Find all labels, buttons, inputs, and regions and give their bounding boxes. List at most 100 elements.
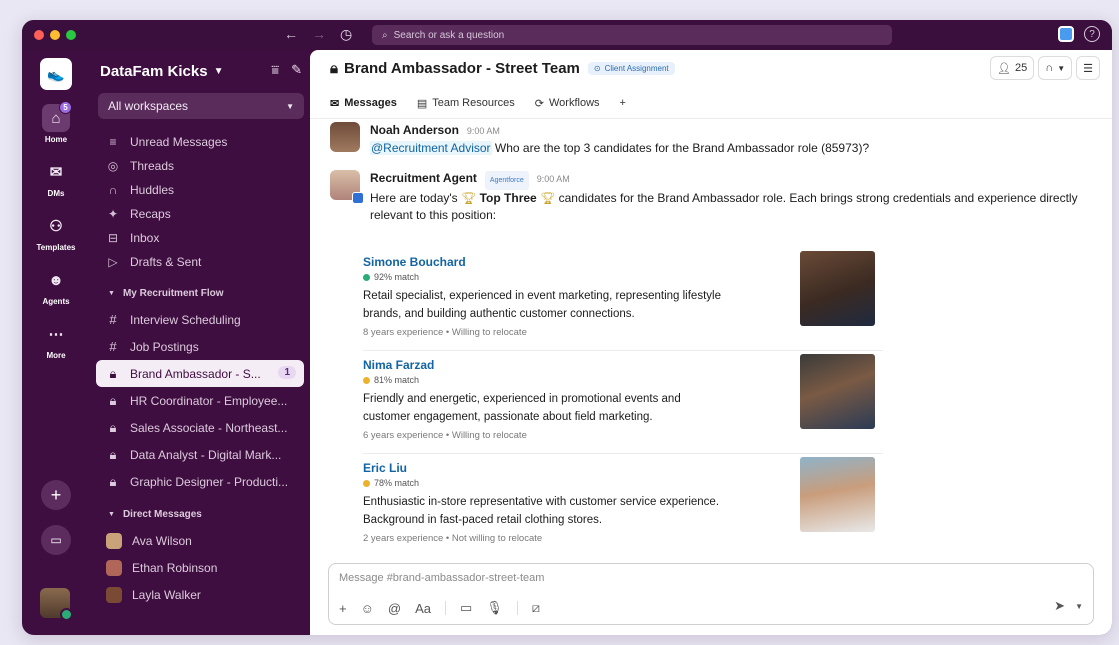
candidate-photo[interactable]	[800, 354, 875, 429]
huddle-button[interactable]: ∩ ▼	[1038, 56, 1073, 80]
channel-job-postings[interactable]: # Job Postings	[90, 333, 310, 360]
sidebar-item-threads[interactable]: ◎ Threads	[90, 154, 310, 178]
sidebar-item-label: Recaps	[130, 207, 171, 221]
maximize-window-button[interactable]	[66, 30, 76, 40]
message-text-bold: Top Three	[479, 191, 537, 205]
sidebar: DataFam Kicks ▼ ⩸ ✎ All workspaces ▼ ≡ U…	[90, 50, 310, 635]
canvas-icon[interactable]: ▭	[41, 525, 71, 555]
search-bar[interactable]: ⌕ Search or ask a question	[372, 25, 892, 45]
dm-label: Ava Wilson	[132, 533, 192, 548]
chevron-down-icon[interactable]: ▼	[1075, 602, 1083, 611]
section-direct-messages[interactable]: ▼ Direct Messages	[90, 501, 310, 527]
sidebar-item-unread[interactable]: ≡ Unread Messages	[90, 130, 310, 154]
channel-hr-coordinator[interactable]: 🔒︎ HR Coordinator - Employee...	[90, 387, 310, 414]
chevron-down-icon: ▼	[286, 101, 294, 111]
channel-graphic-designer[interactable]: 🔒︎ Graphic Designer - Producti...	[90, 468, 310, 495]
mention-icon[interactable]: @	[388, 601, 401, 616]
channel-tag[interactable]: ⊙ Client Assignment	[587, 61, 675, 75]
channel-view: 🔒︎ Brand Ambassador - Street Team ⊙ Clie…	[310, 50, 1112, 635]
minimize-window-button[interactable]	[50, 30, 60, 40]
add-plus-icon[interactable]: +	[41, 480, 71, 510]
workspace-header[interactable]: DataFam Kicks ▼ ⩸ ✎	[100, 58, 310, 84]
unread-icon: ≡	[109, 135, 117, 149]
tabs-divider	[310, 118, 1112, 119]
rail-templates[interactable]: ⚇ Templates	[37, 212, 76, 252]
avatar[interactable]	[330, 170, 364, 204]
divider	[363, 453, 883, 454]
channel-settings-button[interactable]: ☰	[1076, 56, 1100, 80]
shortcut-icon[interactable]: ⧄	[532, 600, 540, 616]
dm-ava-wilson[interactable]: Ava Wilson	[90, 527, 310, 554]
rail-dms[interactable]: ✉ DMs	[42, 158, 70, 198]
message-author[interactable]: Recruitment Agent	[370, 170, 477, 187]
avatar	[106, 559, 122, 576]
rail-agents[interactable]: ☻ Agents	[42, 266, 70, 307]
message-text-post: candidates for the Brand Ambassador role…	[370, 191, 1078, 222]
history-clock-icon[interactable]: ◷	[340, 26, 352, 43]
channel-interview-scheduling[interactable]: # Interview Scheduling	[90, 306, 310, 333]
workspace-actions: ⩸ ✎	[271, 62, 302, 78]
compose-icon[interactable]: ✎	[291, 62, 302, 78]
sidebar-item-label: Huddles	[130, 183, 175, 197]
trophy-icon: 🏆︎	[540, 191, 556, 205]
message-time[interactable]: 9:00 AM	[537, 171, 570, 188]
channel-title[interactable]: 🔒︎ Brand Ambassador - Street Team	[330, 60, 580, 77]
format-button[interactable]: Aa	[415, 601, 431, 616]
tab-team-resources[interactable]: ▤ Team Resources	[417, 97, 515, 110]
filter-icon[interactable]: ⩸	[271, 62, 279, 78]
channel-brand-ambassador[interactable]: 🔒︎ Brand Ambassador - S... 1	[96, 360, 304, 387]
workspace-name: DataFam Kicks	[100, 62, 208, 80]
sidebar-item-huddles[interactable]: ∩ Huddles	[90, 178, 310, 202]
match-label: 81% match	[374, 375, 420, 385]
members-button[interactable]: 👤︎ 25	[990, 56, 1035, 80]
message-body: Noah Anderson 9:00 AM @Recruitment Advis…	[370, 122, 869, 157]
workspace-logo[interactable]: 👟	[40, 58, 72, 90]
channel-sales-associate[interactable]: 🔒︎ Sales Associate - Northeast...	[90, 414, 310, 441]
channel-label: Data Analyst - Digital Mark...	[130, 447, 282, 462]
status-icon[interactable]	[1058, 26, 1074, 42]
sidebar-item-inbox[interactable]: ⊟ Inbox	[90, 226, 310, 250]
candidate-name[interactable]: Nima Farzad	[363, 358, 434, 372]
message-input[interactable]: Message #brand-ambassador-street-team	[339, 572, 544, 584]
sidebar-item-drafts[interactable]: ▷ Drafts & Sent	[90, 250, 310, 274]
microphone-icon[interactable]: 🎙︎	[486, 600, 503, 616]
workspace-filter-select[interactable]: All workspaces ▼	[98, 93, 304, 119]
send-icon[interactable]: ➤	[1054, 598, 1065, 614]
rail-home[interactable]: ⌂ 5 Home	[42, 101, 72, 144]
avatar[interactable]	[330, 122, 360, 152]
emoji-icon[interactable]: ☺	[361, 601, 374, 616]
message-author[interactable]: Noah Anderson	[370, 122, 459, 139]
close-window-button[interactable]	[34, 30, 44, 40]
mention-link[interactable]: @Recruitment Advisor	[370, 141, 492, 155]
composer-toolbar: + ☺ @ Aa ▭ 🎙︎ ⧄	[339, 600, 540, 616]
sidebar-item-recaps[interactable]: ✦ Recaps	[90, 202, 310, 226]
match-label: 78% match	[374, 478, 420, 488]
candidate-photo[interactable]	[800, 457, 875, 532]
help-icon[interactable]: ?	[1084, 26, 1100, 42]
user-avatar[interactable]	[40, 588, 73, 621]
dm-ethan-robinson[interactable]: Ethan Robinson	[90, 554, 310, 581]
candidate-name[interactable]: Eric Liu	[363, 461, 407, 475]
section-recruitment-flow[interactable]: ▼ My Recruitment Flow	[90, 280, 310, 306]
channel-tabs: ✉ Messages ▤ Team Resources ⟳ Workflows …	[330, 92, 626, 114]
channel-label: Sales Associate - Northeast...	[130, 420, 288, 435]
forward-arrow-icon[interactable]: →	[312, 26, 326, 42]
workflow-icon: ⟳	[534, 97, 544, 110]
tab-workflows[interactable]: ⟳ Workflows	[535, 97, 600, 110]
add-tab-button[interactable]: +	[620, 97, 626, 109]
status-dot-icon	[363, 376, 370, 384]
message-time[interactable]: 9:00 AM	[467, 123, 500, 140]
back-arrow-icon[interactable]: ←	[284, 26, 298, 42]
rail-more[interactable]: ⋯ More	[42, 320, 70, 360]
trophy-icon: 🏆︎	[461, 191, 477, 205]
channel-data-analyst[interactable]: 🔒︎ Data Analyst - Digital Mark...	[90, 441, 310, 468]
tab-messages[interactable]: ✉ Messages	[330, 97, 397, 110]
message-composer[interactable]: Message #brand-ambassador-street-team + …	[328, 563, 1094, 625]
candidate-name[interactable]: Simone Bouchard	[363, 255, 466, 269]
dm-layla-walker[interactable]: Layla Walker	[90, 581, 310, 608]
plus-icon[interactable]: +	[339, 601, 347, 616]
caret-down-icon: ▼	[108, 289, 115, 297]
video-icon[interactable]: ▭	[460, 600, 472, 616]
candidate-photo[interactable]	[800, 251, 875, 326]
match-indicator: 92% match	[363, 272, 419, 282]
